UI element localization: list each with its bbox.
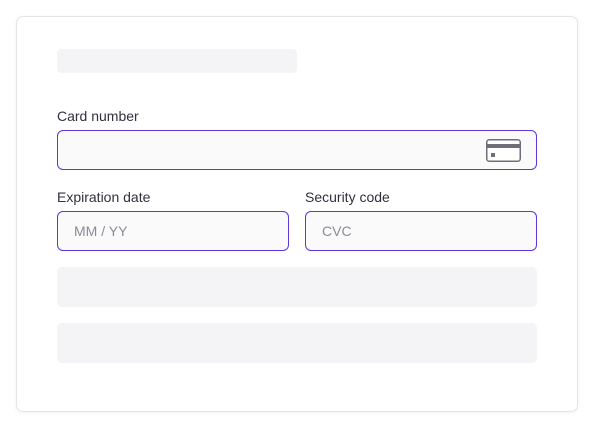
- security-code-input[interactable]: [322, 223, 520, 239]
- loading-skeleton-row: [57, 267, 537, 307]
- card-number-input[interactable]: [74, 142, 520, 158]
- credit-card-icon: [486, 139, 521, 162]
- expiration-date-input[interactable]: [74, 223, 272, 239]
- card-number-label: Card number: [57, 108, 139, 124]
- loading-skeleton-title: [57, 49, 297, 73]
- expiration-date-label: Expiration date: [57, 189, 151, 205]
- card-number-field[interactable]: [57, 130, 537, 170]
- security-code-label: Security code: [305, 189, 390, 205]
- payment-form-card: Card number Expiration date Security cod…: [16, 16, 578, 412]
- expiration-date-field[interactable]: [57, 211, 289, 251]
- loading-skeleton-row: [57, 323, 537, 363]
- security-code-field[interactable]: [305, 211, 537, 251]
